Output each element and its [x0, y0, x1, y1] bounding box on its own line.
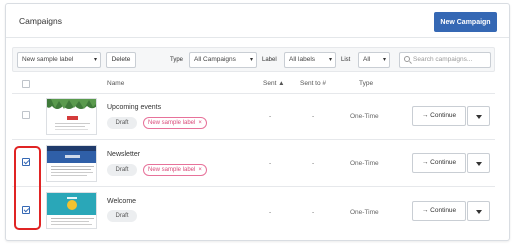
type-value: One-Time [350, 160, 379, 167]
sent-value: - [269, 160, 272, 167]
panel-header: Campaigns New Campaign [6, 4, 509, 38]
thumbnail-image [47, 193, 96, 228]
type-select-value: All Campaigns [194, 56, 236, 63]
status-badge: Draft [107, 117, 137, 129]
list-select-value: All [363, 56, 371, 63]
sent-to-value: - [312, 160, 315, 167]
campaign-thumbnail[interactable] [46, 98, 97, 135]
sent-value: - [269, 113, 272, 120]
row-checkbox[interactable] [22, 111, 30, 119]
search-input[interactable]: Search campaigns... [399, 52, 491, 68]
sent-to-value: - [312, 113, 315, 120]
label-select[interactable]: New sample label ▾ [17, 52, 101, 68]
campaign-thumbnail[interactable] [46, 192, 97, 229]
list-filter-label: List [341, 57, 351, 63]
filter-toolbar: New sample label ▾ Delete Type All Campa… [12, 47, 495, 72]
label-filter-value: All labels [289, 56, 316, 63]
thumbnail-image [47, 146, 96, 181]
label-tag-text: New sample label [148, 120, 196, 126]
caret-down-icon: ▾ [382, 57, 386, 63]
continue-label: Continue [430, 159, 457, 166]
type-value: One-Time [350, 113, 379, 120]
delete-button[interactable]: Delete [106, 52, 136, 68]
column-type[interactable]: Type [359, 80, 373, 87]
type-filter-label: Type [170, 57, 184, 63]
label-filter-select[interactable]: All labels ▾ [284, 52, 336, 68]
arrow-right-icon: → [421, 159, 431, 166]
caret-down-icon: ▾ [249, 57, 253, 63]
row-actions-dropdown[interactable] [467, 201, 490, 221]
campaign-thumbnail[interactable] [46, 145, 97, 182]
type-select[interactable]: All Campaigns ▾ [189, 52, 257, 68]
caret-down-icon: ▾ [328, 57, 332, 63]
page-title: Campaigns [19, 16, 62, 26]
continue-label: Continue [430, 112, 457, 119]
row-actions-dropdown[interactable] [467, 153, 490, 173]
arrow-right-icon: → [421, 207, 431, 214]
selection-highlight [14, 146, 41, 230]
status-badge: Draft [107, 210, 137, 222]
sent-to-value: - [312, 209, 315, 216]
search-icon [404, 56, 410, 62]
list-select[interactable]: All ▾ [358, 52, 390, 68]
continue-button[interactable]: → Continue [412, 106, 466, 126]
x-icon[interactable]: × [198, 120, 202, 126]
divider [12, 93, 495, 94]
continue-label: Continue [430, 207, 457, 214]
new-campaign-button[interactable]: New Campaign [434, 12, 497, 32]
caret-down-icon: ▾ [93, 57, 97, 63]
continue-button[interactable]: → Continue [412, 153, 466, 173]
row-actions-dropdown[interactable] [467, 106, 490, 126]
continue-button[interactable]: → Continue [412, 201, 466, 221]
column-sent[interactable]: Sent ▲ [263, 80, 285, 87]
column-sent-to[interactable]: Sent to # [300, 80, 326, 87]
arrow-right-icon: → [421, 112, 431, 119]
divider [12, 139, 495, 140]
type-value: One-Time [350, 209, 379, 216]
divider [12, 186, 495, 187]
column-name[interactable]: Name [107, 80, 124, 87]
status-badge: Draft [107, 164, 137, 176]
search-placeholder: Search campaigns... [413, 56, 473, 63]
label-select-value: New sample label [22, 56, 74, 63]
thumbnail-image [47, 99, 96, 134]
select-all-checkbox[interactable] [22, 80, 30, 88]
label-tag-text: New sample label [148, 167, 196, 173]
campaign-name[interactable]: Upcoming events [107, 104, 161, 111]
x-icon[interactable]: × [198, 167, 202, 173]
label-tag[interactable]: New sample label × [143, 117, 207, 129]
sent-value: - [269, 209, 272, 216]
campaign-name[interactable]: Newsletter [107, 151, 140, 158]
campaign-name[interactable]: Welcome [107, 198, 136, 205]
label-tag[interactable]: New sample label × [143, 164, 207, 176]
label-filter-label: Label [262, 57, 277, 63]
